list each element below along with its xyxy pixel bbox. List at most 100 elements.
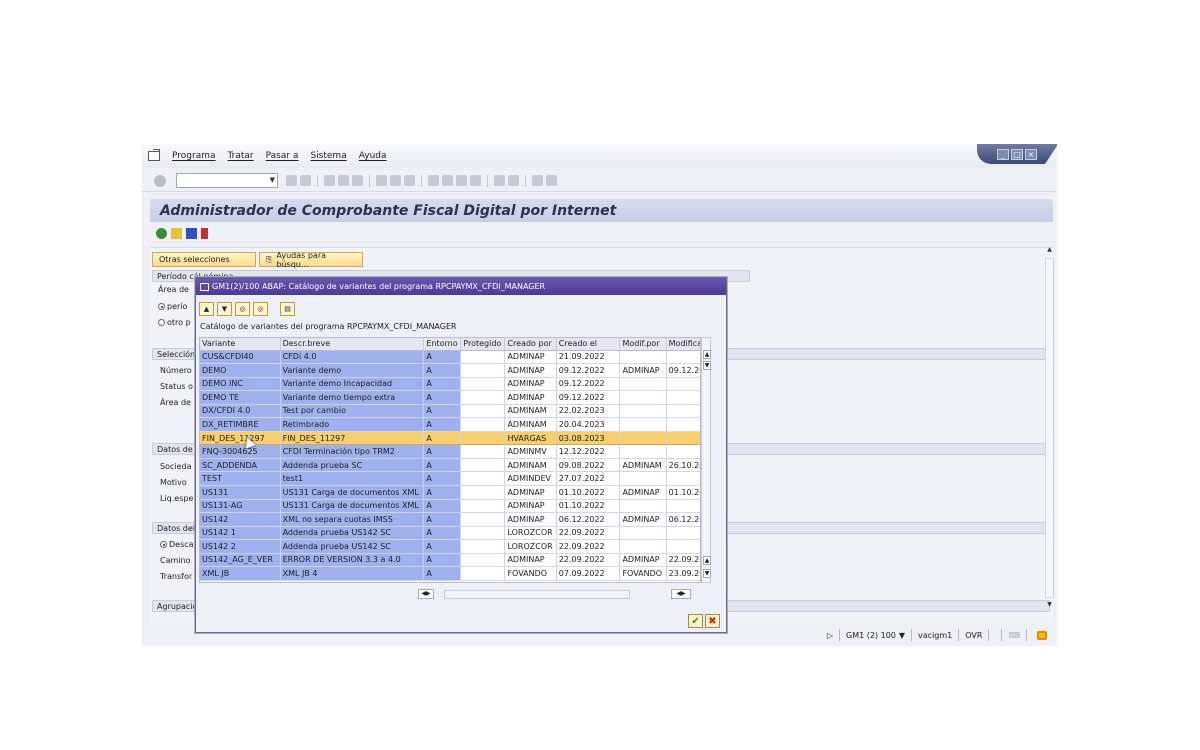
table-cell: Test por cambio [280, 404, 425, 419]
first-page-icon[interactable] [428, 175, 439, 186]
menu-tratar[interactable]: Tratar [228, 151, 254, 161]
variants-icon[interactable] [171, 227, 182, 239]
find-icon[interactable] [390, 175, 401, 186]
next-page-icon[interactable] [456, 175, 467, 186]
table-row[interactable]: US142_AG_E_VER ERROR DE VERSION 3.3 a 4.0… [200, 553, 700, 568]
main-scrollbar[interactable]: ▲ ▼ [1045, 246, 1054, 611]
print-icon[interactable]: ▤ [280, 302, 295, 316]
scroll-down-icon[interactable]: ▼ [703, 569, 711, 578]
radio-periodo[interactable]: perío [158, 302, 187, 311]
find-next-icon[interactable]: ◎ [253, 302, 268, 316]
column-header[interactable]: Variante [200, 338, 281, 351]
table-row[interactable]: US131 US131 Carga de documentos XML A ADMIN… [200, 485, 700, 500]
menu-ayuda[interactable]: Ayuda [359, 151, 387, 161]
radio-off-icon[interactable] [158, 319, 165, 326]
scroll-down-icon[interactable]: ▼ [703, 361, 711, 370]
column-header[interactable]: Protegido [460, 338, 506, 351]
prev-page-icon[interactable] [442, 175, 453, 186]
menu-programa[interactable]: Programa [172, 151, 216, 161]
command-field[interactable]: ▼ [176, 173, 278, 188]
minimize-icon[interactable]: _ [997, 148, 1009, 160]
table-row[interactable]: US142 2 Addenda prueba US142 SC A LOROZCOR 2… [200, 539, 700, 554]
nav-back-icon[interactable] [324, 175, 335, 186]
system-chevron-icon[interactable]: ▼ [899, 631, 905, 640]
sort-ascending-icon[interactable]: ▲ [199, 302, 214, 316]
cancel-icon[interactable]: ✖ [705, 614, 720, 628]
table-row[interactable]: FNQ-3004625 CFDI Terminación tipo TRM2 A AD… [200, 444, 700, 459]
table-cell: 09.08.2022 [556, 458, 621, 473]
column-header[interactable]: Entorno [423, 338, 462, 351]
table-row[interactable]: CUS&CFDI40 CFDi 4.0 A ADMINAP 21.09.2022 [200, 350, 700, 365]
shortcut-icon[interactable] [508, 175, 519, 186]
table-cell [460, 566, 506, 581]
column-header[interactable]: Descr.breve [280, 338, 425, 351]
exit-icon[interactable] [338, 175, 349, 186]
menu-pasar-a[interactable]: Pasar a [266, 151, 299, 161]
maximize-icon[interactable]: □ [1011, 148, 1023, 160]
table-cell: US131 Carga de documentos XML [280, 485, 425, 500]
radio-otro[interactable]: otro p [158, 318, 191, 327]
scroll-left-icon[interactable]: ◀▶ [418, 589, 434, 599]
layout-icon[interactable] [546, 175, 557, 186]
grid-vertical-scrollbar[interactable]: ▲ ▼ ▲ ▼ [701, 337, 711, 583]
save-icon[interactable] [300, 175, 311, 186]
confirm-icon[interactable]: ✔ [688, 614, 703, 628]
table-row[interactable]: DX_RETIMBRE Retimbrado A ADMINAM 20.04.2023 [200, 417, 700, 432]
table-row[interactable]: US131-AG US131 Carga de documentos XML A AD… [200, 499, 700, 514]
keyboard-icon[interactable]: ⌨ [1008, 631, 1020, 640]
last-page-icon[interactable] [470, 175, 481, 186]
radio-on-icon[interactable] [160, 541, 167, 548]
table-cell: A [423, 471, 462, 486]
scroll-down-icon[interactable]: ▼ [1045, 601, 1054, 608]
status-expand-icon[interactable]: ▷ [827, 631, 833, 640]
table-cell: 22.09.2022 [556, 539, 621, 554]
table-cell [666, 526, 700, 541]
table-row[interactable]: US142 1 Addenda prueba US142 SC A LOROZCOR 2… [200, 526, 700, 541]
grid-horizontal-scrollbar[interactable] [444, 590, 630, 599]
close-icon[interactable]: × [1025, 148, 1037, 160]
scroll-up-icon[interactable]: ▲ [1045, 246, 1054, 253]
find-next-icon[interactable] [404, 175, 415, 186]
field-status: Status o [160, 382, 193, 391]
info-icon[interactable] [186, 227, 197, 239]
list-icon[interactable] [201, 227, 208, 239]
table-row[interactable]: DX/CFDI 4.0 Test por cambio A ADMINAM 22.02.… [200, 404, 700, 419]
table-cell: LOROZCOR [504, 526, 557, 541]
radio-desca[interactable]: Desca [160, 540, 194, 549]
column-header[interactable]: Modif.por [619, 338, 667, 351]
lock-icon[interactable] [1037, 630, 1047, 640]
chevron-down-icon[interactable]: ▼ [270, 176, 275, 184]
new-session-icon[interactable] [494, 175, 505, 186]
table-row[interactable]: DEMO INC Variante demo Incapacidad A ADMINA… [200, 377, 700, 392]
find-icon[interactable]: ◎ [235, 302, 250, 316]
table-row[interactable]: SC_ADDENDA Addenda prueba SC A ADMINAM 09.08… [200, 458, 700, 473]
help-icon[interactable] [532, 175, 543, 186]
scroll-up-icon[interactable]: ▲ [703, 350, 711, 359]
table-cell [619, 539, 667, 554]
other-selections-button[interactable]: Otras selecciones [152, 252, 256, 267]
radio-on-icon[interactable] [158, 303, 165, 310]
radio-otro-label: otro p [167, 318, 191, 327]
table-row[interactable]: TEST test1 A ADMINDEV 27.07.2022 [200, 471, 700, 486]
table-row[interactable]: DEMO TE Variante demo tiempo extra A ADMINA… [200, 390, 700, 405]
search-help-button[interactable]: ⎘ Ayudas para búsqu... [259, 251, 363, 269]
menu-sistema[interactable]: Sistema [310, 151, 346, 161]
table-row[interactable]: XML JB XML JB 4 A FOVANDO 07.09.2022 FOVANDO 2… [200, 566, 700, 581]
cancel-icon[interactable] [352, 175, 363, 186]
app-menu-icon[interactable] [148, 151, 160, 161]
column-header[interactable]: Modificado [666, 338, 700, 351]
print-icon[interactable] [376, 175, 387, 186]
column-header[interactable]: Creado el [556, 338, 621, 351]
table-cell [460, 417, 506, 432]
enter-icon[interactable] [154, 174, 166, 187]
execute-icon[interactable] [156, 227, 167, 239]
filter-icon[interactable]: ▼ [217, 302, 232, 316]
back-icon[interactable] [286, 175, 297, 186]
table-row[interactable]: US142 XML no separa cuotas IMSS A ADMINAP 06… [200, 512, 700, 527]
scroll-up-icon[interactable]: ▲ [703, 556, 711, 565]
table-row[interactable]: DEMO Variante demo A ADMINAP 09.12.2022 ADMIN… [200, 363, 700, 378]
table-row[interactable]: FIN_DES_11297 FIN_DES_11297 A HVARGAS 03.08.… [200, 431, 700, 446]
scroll-right-icon[interactable]: ◀▶ [671, 589, 691, 599]
column-header[interactable]: Creado por [504, 338, 557, 351]
variants-grid[interactable]: Variante Descr.breve Entorno Protegido Cread… [199, 337, 701, 583]
